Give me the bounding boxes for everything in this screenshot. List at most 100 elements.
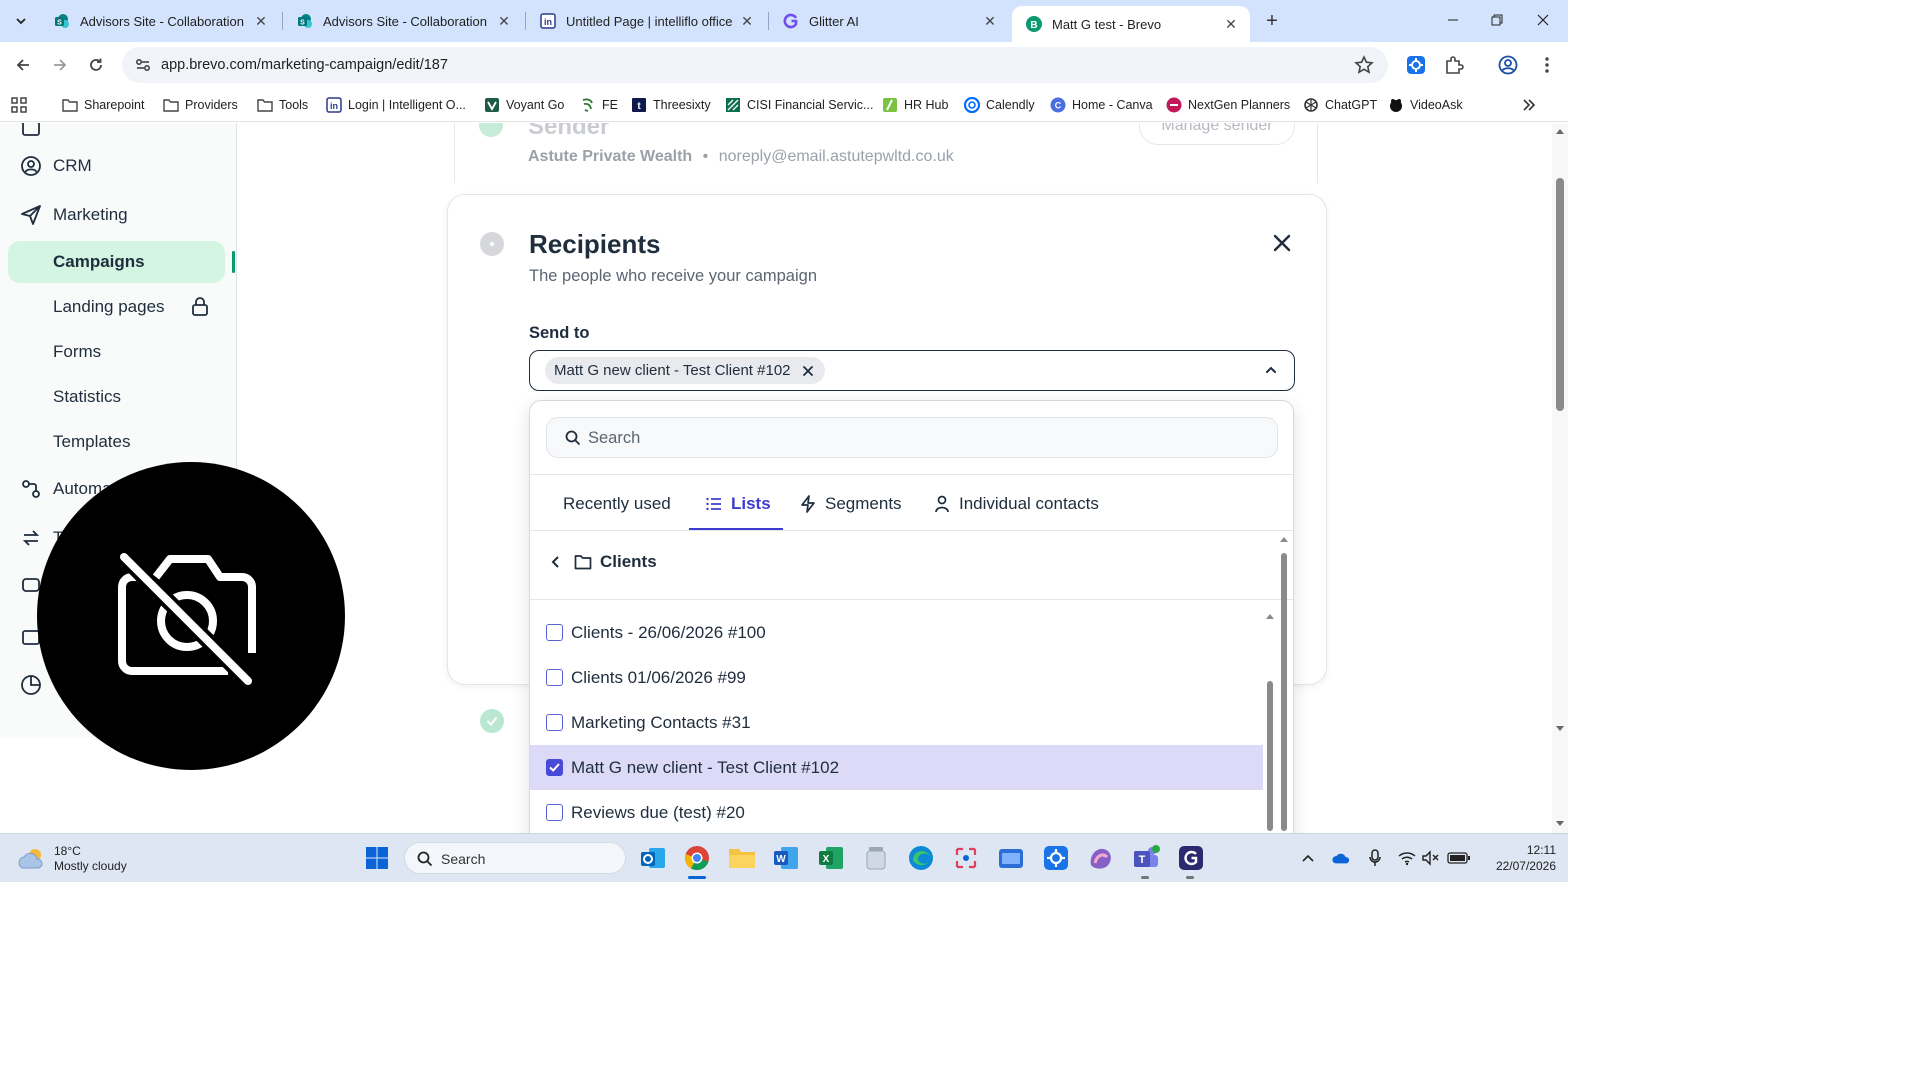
close-tab-icon[interactable]: ✕ (981, 12, 999, 30)
dropdown-scrollbar[interactable] (1278, 533, 1290, 833)
bookmark-intelligent-office[interactable]: in Login | Intelligent O... (326, 94, 466, 116)
bookmark-star-icon[interactable] (1354, 55, 1374, 75)
chevron-up-icon[interactable] (1264, 363, 1278, 377)
profile-icon[interactable] (1497, 54, 1519, 76)
onedrive-icon[interactable] (1332, 849, 1350, 867)
bookmark-label: Threesixty (653, 98, 711, 112)
bookmark-threesixty[interactable]: t Threesixty (631, 94, 711, 116)
bookmark-label: Voyant Go (506, 98, 565, 112)
reload-icon[interactable] (83, 52, 109, 78)
page-scrollbar[interactable] (1552, 123, 1568, 833)
sidebar-item-landing-pages[interactable]: Landing pages (0, 287, 237, 327)
more-bookmarks-icon[interactable] (1522, 94, 1536, 116)
battery-icon[interactable] (1446, 849, 1472, 867)
bookmark-voyant-go[interactable]: Voyant Go (484, 94, 564, 116)
outlook-icon[interactable] (638, 843, 668, 873)
list-item[interactable]: Clients - 26/06/2026 #100 (530, 610, 1263, 655)
list-item[interactable]: Reviews due (test) #20 (530, 790, 1263, 833)
chrome-icon[interactable] (682, 843, 712, 873)
gear-app-icon[interactable] (1041, 843, 1071, 873)
list-scrollbar[interactable] (1263, 611, 1277, 831)
wifi-icon[interactable] (1398, 849, 1416, 867)
restore-icon[interactable] (1484, 8, 1510, 32)
weather-widget[interactable]: 18°C Mostly cloudy (16, 842, 127, 876)
fe-icon (580, 97, 596, 113)
jar-app-icon[interactable] (861, 843, 891, 873)
list-checkbox-checked[interactable] (546, 759, 563, 776)
teams-icon[interactable]: T (1131, 843, 1161, 873)
browser-menu-icon[interactable] (1536, 54, 1558, 76)
minimize-icon[interactable] (1440, 8, 1466, 32)
lock-icon (192, 297, 208, 316)
close-tab-icon[interactable]: ✕ (1222, 15, 1240, 33)
list-item[interactable]: Marketing Contacts #31 (530, 700, 1263, 745)
new-tab-icon[interactable]: + (1260, 9, 1284, 33)
list-item-selected[interactable]: Matt G new client - Test Client #102 (530, 745, 1263, 790)
edge-icon[interactable] (906, 843, 936, 873)
browser-tab[interactable]: S Advisors Site - Collaboration Sit ✕ (283, 6, 523, 36)
close-tab-icon[interactable]: ✕ (252, 12, 270, 30)
tab-lists[interactable]: Lists (705, 493, 771, 515)
word-icon[interactable]: W (771, 843, 801, 873)
browser-tab[interactable]: in Untitled Page | intelliflo office ✕ (526, 6, 766, 36)
site-settings-icon[interactable] (134, 56, 152, 74)
chevron-up-icon[interactable] (1299, 849, 1317, 867)
close-tab-icon[interactable]: ✕ (495, 12, 513, 30)
manage-sender-button[interactable]: Manage sender (1139, 123, 1295, 145)
close-window-icon[interactable] (1530, 8, 1556, 32)
excel-icon[interactable]: X (816, 843, 846, 873)
back-icon[interactable] (10, 52, 36, 78)
bookmark-tools[interactable]: Tools (257, 94, 308, 116)
browser-tab-active[interactable]: B Matt G test - Brevo ✕ (1012, 6, 1250, 42)
address-bar[interactable]: app.brevo.com/marketing-campaign/edit/18… (122, 47, 1388, 83)
bookmark-sharepoint[interactable]: Sharepoint (62, 94, 144, 116)
taskbar-search[interactable]: Search (404, 842, 626, 874)
scrollbar-thumb[interactable] (1556, 178, 1564, 411)
bookmark-nextgen-planners[interactable]: NextGen Planners (1166, 94, 1290, 116)
scroll-down-arrow-icon[interactable] (1555, 725, 1565, 733)
bookmark-chatgpt[interactable]: ChatGPT (1303, 94, 1377, 116)
glitter-app-icon[interactable] (1176, 843, 1206, 873)
remove-chip-icon[interactable] (801, 364, 815, 378)
bookmark-canva[interactable]: C Home - Canva (1050, 94, 1153, 116)
scroll-up-arrow-icon[interactable] (1555, 127, 1565, 135)
speaker-muted-icon[interactable] (1421, 849, 1439, 867)
extensions-puzzle-icon[interactable] (1443, 54, 1465, 76)
tab-search-chevron-icon[interactable] (8, 8, 34, 34)
close-tab-icon[interactable]: ✕ (738, 12, 756, 30)
folder-breadcrumb[interactable]: Clients (550, 551, 657, 573)
tab-recently-used[interactable]: Recently used (563, 493, 671, 515)
scroll-down-arrow-icon[interactable] (1555, 820, 1565, 828)
close-icon[interactable] (1270, 231, 1294, 255)
taskbar-clock[interactable]: 12:11 22/07/2026 (1480, 842, 1556, 874)
windows-start-icon[interactable] (362, 843, 392, 873)
browser-tab[interactable]: S Advisors Site - Collaboration Sit ✕ (40, 6, 280, 36)
m365-copilot-icon[interactable] (1086, 843, 1116, 873)
microphone-icon[interactable] (1366, 849, 1384, 867)
cloud-sun-icon (18, 849, 43, 869)
bookmark-calendly[interactable]: Calendly (964, 94, 1035, 116)
extension-gear-icon[interactable] (1405, 54, 1427, 76)
bookmark-fe[interactable]: FE (580, 94, 618, 116)
tab-individual-contacts[interactable]: Individual contacts (933, 493, 1099, 515)
list-checkbox[interactable] (546, 624, 563, 641)
bookmark-videoask[interactable]: VideoAsk (1388, 94, 1463, 116)
bookmark-providers[interactable]: Providers (163, 94, 238, 116)
folder-app-icon[interactable] (996, 843, 1026, 873)
list-item[interactable]: Clients 01/06/2026 #99 (530, 655, 1263, 700)
browser-tab[interactable]: Glitter AI ✕ (769, 6, 1009, 36)
tab-segments[interactable]: Segments (799, 493, 902, 515)
list-checkbox[interactable] (546, 804, 563, 821)
apps-grid-icon[interactable] (10, 94, 28, 116)
bookmark-hr-hub[interactable]: HR Hub (882, 94, 948, 116)
list-checkbox[interactable] (546, 714, 563, 731)
forward-icon[interactable] (47, 52, 73, 78)
send-to-select[interactable]: Matt G new client - Test Client #102 (529, 350, 1295, 391)
search-input[interactable] (588, 425, 1248, 451)
file-explorer-icon[interactable] (727, 843, 757, 873)
bookmark-cisi[interactable]: CISI Financial Servic... (725, 94, 873, 116)
chevron-left-icon[interactable] (550, 555, 562, 569)
list-search-field[interactable] (546, 417, 1278, 458)
snipping-tool-icon[interactable] (951, 843, 981, 873)
list-checkbox[interactable] (546, 669, 563, 686)
